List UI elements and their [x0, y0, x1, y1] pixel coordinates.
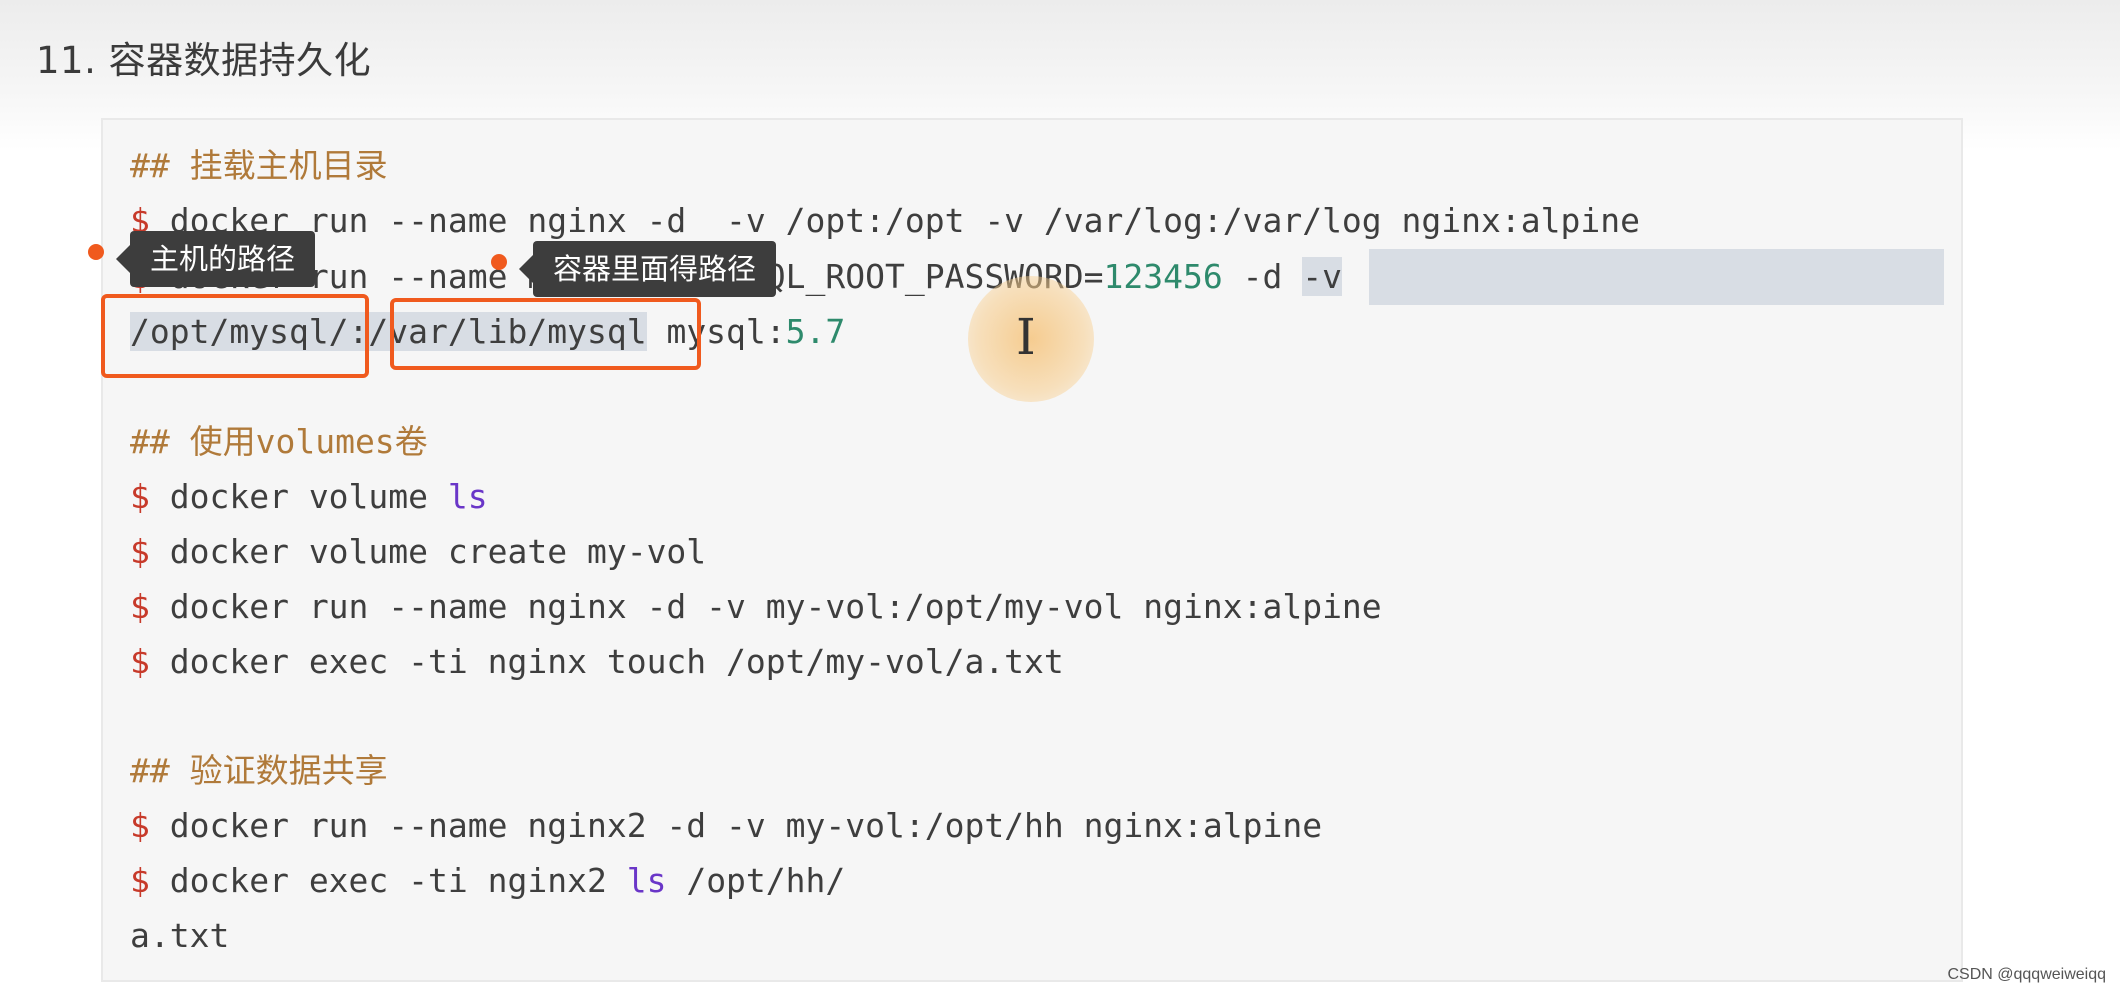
code-line-8: $ docker run --name nginx2 -d -v my-vol:…: [130, 806, 1323, 845]
host-path-tooltip: 主机的路径: [115, 231, 316, 287]
host-path-highlight-box: [101, 294, 369, 378]
code-line-4: $ docker volume ls: [130, 477, 488, 516]
code-line-output: a.txt: [130, 916, 230, 955]
container-path-tooltip: 容器里面得路径: [518, 241, 777, 297]
watermark: CSDN @qqqweiweiqq: [1947, 966, 2106, 983]
orange-dot-icon: [88, 244, 104, 260]
container-path-highlight-box: [390, 298, 701, 370]
code-line-9: $ docker exec -ti nginx2 ls /opt/hh/: [130, 861, 846, 900]
code-comment-verify: ## 验证数据共享: [130, 751, 388, 790]
code-line-6: $ docker run --name nginx -d -v my-vol:/…: [130, 587, 1382, 626]
orange-dot-icon: [491, 254, 507, 270]
page-title: 11. 容器数据持久化: [36, 39, 372, 82]
code-line-7: $ docker exec -ti nginx touch /opt/my-vo…: [130, 642, 1064, 681]
text-cursor-icon: I: [1016, 308, 1036, 366]
code-line-5: $ docker volume create my-vol: [130, 532, 707, 571]
code-comment-mount-host: ## 挂载主机目录: [130, 146, 388, 185]
text-selection-highlight: [1369, 249, 1944, 305]
code-comment-volumes: ## 使用volumes卷: [130, 422, 428, 461]
code-line-1: $ docker run --name nginx -d -v /opt:/op…: [130, 201, 1640, 240]
